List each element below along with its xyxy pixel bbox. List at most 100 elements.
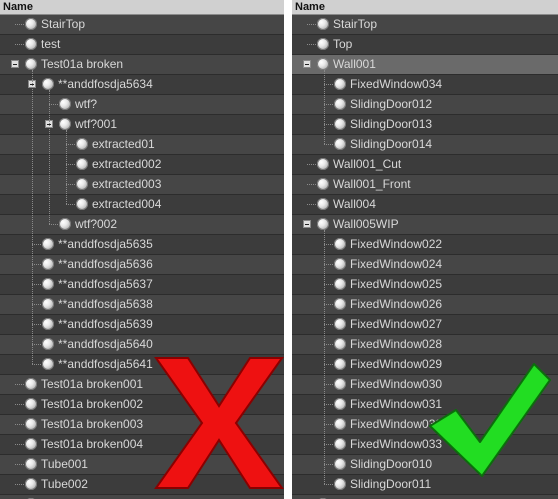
tree-connector: [15, 384, 24, 385]
tree-row-test01a-broken003[interactable]: Test01a broken003: [0, 415, 284, 435]
tree-row-fixedwindow028[interactable]: FixedWindow028: [292, 335, 558, 355]
tree-row-fixedwindow030[interactable]: FixedWindow030: [292, 375, 558, 395]
tree-row-label: Wall001: [333, 57, 376, 71]
tree-row-fixedwindow026[interactable]: FixedWindow026: [292, 295, 558, 315]
tree-row-label: SlidingDoor014: [350, 137, 433, 151]
tree-row-wtf[interactable]: wtf?: [0, 95, 284, 115]
tree-row-tube001[interactable]: Tube001: [0, 455, 284, 475]
tree-row-wall004[interactable]: Wall004: [292, 195, 558, 215]
tree-connector: [15, 424, 24, 425]
sphere-object-icon: [317, 158, 329, 170]
tree-row-label: Tube003: [41, 495, 88, 499]
tree-row-fixedwindow032[interactable]: FixedWindow032: [292, 415, 558, 435]
tree-connector: [307, 204, 316, 205]
tree-connector: [49, 104, 58, 105]
tree-connector: [15, 444, 24, 445]
collapse-toggle-icon[interactable]: [11, 60, 19, 68]
tree-row-slidingdoor010[interactable]: SlidingDoor010: [292, 455, 558, 475]
tree-row-label: **anddfosdja5640: [58, 337, 153, 351]
tree-row-anddfosdja5640[interactable]: **anddfosdja5640: [0, 335, 284, 355]
tree-row-label: **anddfosdja5639: [58, 317, 153, 331]
tree-connector: [307, 44, 316, 45]
sphere-object-icon: [42, 278, 54, 290]
tree-connector: [324, 244, 333, 245]
tree-row-fixedwindow029[interactable]: FixedWindow029: [292, 355, 558, 375]
tree-row-wtf-002[interactable]: wtf?002: [0, 215, 284, 235]
collapse-toggle-icon[interactable]: [303, 220, 311, 228]
sphere-object-icon: [25, 58, 37, 70]
tree-connector: [324, 104, 333, 105]
tree-row-label: StairTop: [333, 17, 378, 31]
tree-row-extracted002[interactable]: extracted002: [0, 155, 284, 175]
tree-row-extracted003[interactable]: extracted003: [0, 175, 284, 195]
tree-row-fixedwindow027[interactable]: FixedWindow027: [292, 315, 558, 335]
column-header-name[interactable]: Name: [0, 0, 284, 15]
tree-row-test[interactable]: test: [0, 35, 284, 55]
tree-row-slidingdoor011[interactable]: SlidingDoor011: [292, 475, 558, 495]
tree-row-test01a-broken[interactable]: Test01a broken: [0, 55, 284, 75]
tree-row-label: **anddfosdja5635: [58, 237, 153, 251]
tree-row-wtf-001[interactable]: wtf?001: [0, 115, 284, 135]
tree-row-anddfosdja5634[interactable]: **anddfosdja5634: [0, 75, 284, 95]
tree-row-fixedwindow022[interactable]: FixedWindow022: [292, 235, 558, 255]
tree-row-slidingdoor013[interactable]: SlidingDoor013: [292, 115, 558, 135]
sphere-object-icon: [334, 438, 346, 450]
tree-row-fixedwindow033[interactable]: FixedWindow033: [292, 435, 558, 455]
tree-row-wall001-cut[interactable]: Wall001_Cut: [292, 155, 558, 175]
tree-row-label: extracted01: [92, 137, 155, 151]
sphere-object-icon: [25, 458, 37, 470]
tree-connector: [49, 224, 58, 225]
tree-connector: [32, 304, 41, 305]
tree-row-anddfosdja5638[interactable]: **anddfosdja5638: [0, 295, 284, 315]
tree-connector: [324, 384, 333, 385]
tree-connector: [324, 404, 333, 405]
tree-row-wall001[interactable]: Wall001: [292, 55, 558, 75]
tree-row-stairtop[interactable]: StairTop: [0, 15, 284, 35]
sphere-object-icon: [334, 238, 346, 250]
tree-connector: [324, 344, 333, 345]
tree-row-test01a-broken004[interactable]: Test01a broken004: [0, 435, 284, 455]
tree-row-anddfosdja5636[interactable]: **anddfosdja5636: [0, 255, 284, 275]
tree-connector: [32, 70, 33, 364]
tree-row-label: FixedWindow030: [350, 377, 443, 391]
tree-row-tube002[interactable]: Tube002: [0, 475, 284, 495]
tree-row-label: FixedWindow033: [350, 437, 443, 451]
sphere-object-icon: [76, 158, 88, 170]
tree-row-extracted01[interactable]: extracted01: [0, 135, 284, 155]
tree-row-test01a-broken002[interactable]: Test01a broken002: [0, 395, 284, 415]
tree-row-test01a-broken001[interactable]: Test01a broken001: [0, 375, 284, 395]
tree-row-anddfosdja5641[interactable]: **anddfosdja5641: [0, 355, 284, 375]
panel-divider: [284, 0, 292, 499]
tree-row-stairtop[interactable]: StairTop: [292, 15, 558, 35]
sphere-object-icon: [334, 118, 346, 130]
tree-row-tube003[interactable]: Tube003: [0, 495, 284, 499]
tree-connector: [324, 304, 333, 305]
tree-row-water[interactable]: Water: [292, 495, 558, 499]
collapse-toggle-icon[interactable]: [303, 60, 311, 68]
sphere-object-icon: [59, 98, 71, 110]
sphere-object-icon: [317, 58, 329, 70]
sphere-object-icon: [317, 38, 329, 50]
tree-row-label: **anddfosdja5634: [58, 77, 153, 91]
tree-row-fixedwindow034[interactable]: FixedWindow034: [292, 75, 558, 95]
tree-row-wall005wip[interactable]: Wall005WIP: [292, 215, 558, 235]
sphere-object-icon: [334, 478, 346, 490]
column-header-name[interactable]: Name: [292, 0, 558, 15]
tree-row-anddfosdja5635[interactable]: **anddfosdja5635: [0, 235, 284, 255]
tree-row-fixedwindow024[interactable]: FixedWindow024: [292, 255, 558, 275]
tree-row-top[interactable]: Top: [292, 35, 558, 55]
tree-row-wall001-front[interactable]: Wall001_Front: [292, 175, 558, 195]
tree-row-label: wtf?: [75, 97, 98, 111]
tree-row-anddfosdja5637[interactable]: **anddfosdja5637: [0, 275, 284, 295]
tree-row-extracted004[interactable]: extracted004: [0, 195, 284, 215]
tree-row-label: wtf?001: [75, 117, 118, 131]
tree-row-slidingdoor014[interactable]: SlidingDoor014: [292, 135, 558, 155]
tree-row-fixedwindow025[interactable]: FixedWindow025: [292, 275, 558, 295]
sphere-object-icon: [334, 418, 346, 430]
scene-tree-left: StairTop test Test01a broken **anddfosdja56…: [0, 15, 284, 499]
tree-row-label: SlidingDoor012: [350, 97, 433, 111]
tree-row-slidingdoor012[interactable]: SlidingDoor012: [292, 95, 558, 115]
tree-row-fixedwindow031[interactable]: FixedWindow031: [292, 395, 558, 415]
tree-row-anddfosdja5639[interactable]: **anddfosdja5639: [0, 315, 284, 335]
tree-row-label: FixedWindow022: [350, 237, 443, 251]
